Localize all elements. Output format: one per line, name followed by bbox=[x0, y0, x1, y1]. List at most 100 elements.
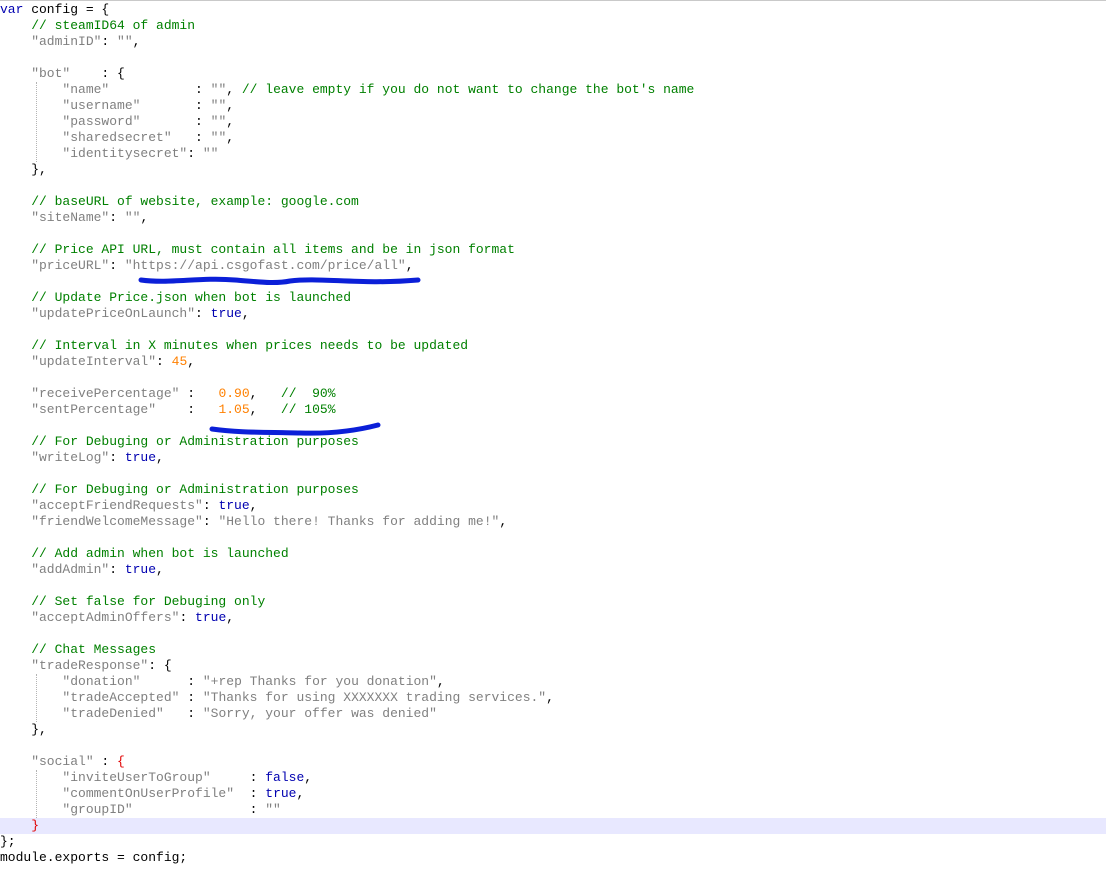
code-line[interactable]: } bbox=[0, 818, 1106, 834]
code-line[interactable] bbox=[0, 418, 1106, 434]
code-line[interactable]: // Set false for Debuging only bbox=[0, 594, 1106, 610]
code-line[interactable]: "inviteUserToGroup" : false, bbox=[0, 770, 1106, 786]
code-token: "acceptAdminOffers" bbox=[0, 610, 180, 625]
code-token: , bbox=[156, 450, 164, 465]
code-line[interactable] bbox=[0, 226, 1106, 242]
code-line[interactable]: "sentPercentage" : 1.05, // 105% bbox=[0, 402, 1106, 418]
code-token: , bbox=[226, 610, 235, 625]
code-line[interactable]: "commentOnUserProfile" : true, bbox=[0, 786, 1106, 802]
code-line[interactable]: var config = { bbox=[0, 2, 1106, 18]
code-line[interactable]: // Update Price.json when bot is launche… bbox=[0, 290, 1106, 306]
code-line[interactable]: // Interval in X minutes when prices nee… bbox=[0, 338, 1106, 354]
code-line[interactable] bbox=[0, 50, 1106, 66]
code-token: , bbox=[304, 770, 313, 785]
code-token: }, bbox=[0, 162, 47, 177]
code-token: "tradeAccepted" bbox=[0, 690, 180, 705]
code-line[interactable]: "writeLog": true, bbox=[0, 450, 1106, 466]
code-token: "name" bbox=[0, 82, 110, 97]
code-line[interactable]: "identitysecret": "" bbox=[0, 146, 1106, 162]
code-line[interactable] bbox=[0, 578, 1106, 594]
code-token: "tradeDenied" bbox=[0, 706, 164, 721]
code-line[interactable]: "adminID": "", bbox=[0, 34, 1106, 50]
code-token: , bbox=[241, 306, 250, 321]
code-token: , bbox=[226, 82, 242, 97]
code-line[interactable]: // For Debuging or Administration purpos… bbox=[0, 434, 1106, 450]
code-line[interactable]: "addAdmin": true, bbox=[0, 562, 1106, 578]
code-line[interactable]: }; bbox=[0, 834, 1106, 850]
code-line[interactable]: "friendWelcomeMessage": "Hello there! Th… bbox=[0, 514, 1106, 530]
code-token: { bbox=[117, 754, 125, 769]
code-token: "identitysecret" bbox=[0, 146, 188, 161]
code-token: 1.05 bbox=[218, 402, 250, 417]
code-line[interactable] bbox=[0, 178, 1106, 194]
code-token: true bbox=[210, 306, 242, 321]
code-token: , bbox=[405, 258, 414, 273]
code-line[interactable]: }, bbox=[0, 722, 1106, 738]
code-line[interactable]: "bot" : { bbox=[0, 66, 1106, 82]
code-line[interactable]: "username" : "", bbox=[0, 98, 1106, 114]
code-line[interactable]: "password" : "", bbox=[0, 114, 1106, 130]
code-token: "inviteUserToGroup" bbox=[0, 770, 211, 785]
code-token: , bbox=[226, 130, 235, 145]
code-line[interactable]: "priceURL": "https://api.csgofast.com/pr… bbox=[0, 258, 1106, 274]
code-token: "" bbox=[265, 802, 281, 817]
code-line[interactable]: "updateInterval": 45, bbox=[0, 354, 1106, 370]
code-token: "acceptFriendRequests" bbox=[0, 498, 203, 513]
code-token: , bbox=[296, 786, 305, 801]
code-line[interactable]: "tradeAccepted" : "Thanks for using XXXX… bbox=[0, 690, 1106, 706]
code-line[interactable]: // Chat Messages bbox=[0, 642, 1106, 658]
code-line[interactable]: // Add admin when bot is launched bbox=[0, 546, 1106, 562]
code-token: "receivePercentage" bbox=[0, 386, 180, 401]
code-line[interactable]: "donation" : "+rep Thanks for you donati… bbox=[0, 674, 1106, 690]
code-token: // 105% bbox=[280, 402, 336, 417]
code-line[interactable] bbox=[0, 370, 1106, 386]
code-line[interactable]: "name" : "", // leave empty if you do no… bbox=[0, 82, 1106, 98]
code-token: : bbox=[179, 386, 219, 401]
code-editor[interactable]: var config = { // steamID64 of admin "ad… bbox=[0, 0, 1106, 888]
code-line[interactable]: // baseURL of website, example: google.c… bbox=[0, 194, 1106, 210]
code-token: : { bbox=[148, 658, 172, 673]
code-line[interactable]: "tradeDenied" : "Sorry, your offer was d… bbox=[0, 706, 1106, 722]
code-line[interactable] bbox=[0, 530, 1106, 546]
code-line[interactable]: "receivePercentage" : 0.90, // 90% bbox=[0, 386, 1106, 402]
code-line[interactable]: module.exports = config; bbox=[0, 850, 1106, 866]
code-token: var bbox=[0, 2, 24, 17]
code-token: "adminID" bbox=[0, 34, 102, 49]
code-line[interactable]: "siteName": "", bbox=[0, 210, 1106, 226]
code-token: : bbox=[187, 146, 203, 161]
code-line[interactable] bbox=[0, 626, 1106, 642]
code-token: , bbox=[499, 514, 508, 529]
code-line[interactable]: }, bbox=[0, 162, 1106, 178]
code-token: 0.90 bbox=[218, 386, 250, 401]
code-token: : bbox=[179, 690, 203, 705]
code-line[interactable]: "acceptFriendRequests": true, bbox=[0, 498, 1106, 514]
code-token: true bbox=[124, 562, 157, 577]
code-token: }; bbox=[0, 834, 16, 849]
code-token: "donation" bbox=[0, 674, 141, 689]
code-token: "priceURL" bbox=[0, 258, 110, 273]
code-line[interactable] bbox=[0, 322, 1106, 338]
code-line[interactable]: "updatePriceOnLaunch": true, bbox=[0, 306, 1106, 322]
code-token: "Thanks for using XXXXXXX trading servic… bbox=[202, 690, 547, 705]
code-token: 45 bbox=[171, 354, 188, 369]
code-token: // Set false for Debuging only bbox=[0, 594, 266, 609]
code-line[interactable]: // steamID64 of admin bbox=[0, 18, 1106, 34]
code-line[interactable]: "sharedsecret" : "", bbox=[0, 130, 1106, 146]
code-line[interactable]: "tradeResponse": { bbox=[0, 658, 1106, 674]
code-line[interactable] bbox=[0, 466, 1106, 482]
code-token: , bbox=[226, 98, 235, 113]
code-line[interactable]: "groupID" : "" bbox=[0, 802, 1106, 818]
code-token: "bot" bbox=[0, 66, 71, 81]
code-token: // 90% bbox=[280, 386, 336, 401]
code-line[interactable]: // Price API URL, must contain all items… bbox=[0, 242, 1106, 258]
code-line[interactable]: "social" : { bbox=[0, 754, 1106, 770]
code-token: : bbox=[210, 770, 266, 785]
code-line[interactable] bbox=[0, 738, 1106, 754]
code-line[interactable]: // For Debuging or Administration purpos… bbox=[0, 482, 1106, 498]
code-token: "updateInterval" bbox=[0, 354, 157, 369]
code-line[interactable]: "acceptAdminOffers": true, bbox=[0, 610, 1106, 626]
code-token: false bbox=[265, 770, 305, 785]
indent-guide-trade-response bbox=[36, 674, 37, 722]
code-line[interactable] bbox=[0, 274, 1106, 290]
code-token: : bbox=[93, 754, 118, 769]
